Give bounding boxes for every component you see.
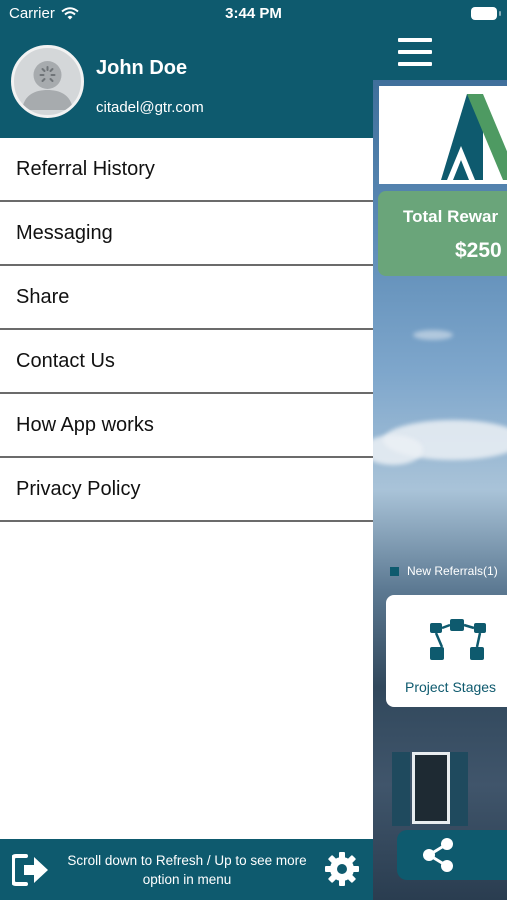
menu-item-contact-us[interactable]: Contact Us: [0, 330, 373, 394]
rewards-amount: $250: [455, 239, 502, 262]
hamburger-menu-icon[interactable]: [398, 38, 432, 66]
window-shutter: [450, 752, 468, 826]
menu-item-how-app-works[interactable]: How App works: [0, 394, 373, 458]
menu-item-referral-history[interactable]: Referral History: [0, 138, 373, 202]
status-time: 3:44 PM: [225, 5, 282, 22]
battery-icon: [471, 7, 501, 20]
total-rewards-card[interactable]: Total Rewar $250: [378, 191, 507, 276]
share-icon: [423, 838, 453, 872]
window-shutter: [392, 752, 410, 826]
side-drawer: John Doe citadel@gtr.com Referral Histor…: [0, 0, 373, 900]
project-stages-card[interactable]: Project Stages: [386, 595, 507, 707]
legend-label: New Referrals(1): [407, 564, 498, 578]
menu-item-messaging[interactable]: Messaging: [0, 202, 373, 266]
company-logo: [379, 86, 507, 184]
drawer-menu: Referral History Messaging Share Contact…: [0, 138, 373, 522]
rewards-title: Total Rewar: [403, 207, 499, 226]
chart-legend-item: New Referrals(1): [390, 564, 498, 578]
menu-item-share[interactable]: Share: [0, 266, 373, 330]
status-bar: Carrier 3:44 PM: [0, 0, 507, 28]
house-window: [412, 752, 450, 824]
user-avatar-icon[interactable]: [11, 45, 84, 118]
drawer-footer: Scroll down to Refresh / Up to see more …: [0, 839, 373, 900]
flow-icon: [430, 619, 486, 660]
legend-swatch: [390, 566, 399, 576]
user-name: John Doe: [96, 57, 188, 79]
share-button[interactable]: [397, 830, 507, 880]
menu-item-privacy-policy[interactable]: Privacy Policy: [0, 458, 373, 522]
logout-icon[interactable]: [12, 853, 50, 887]
project-stages-label: Project Stages: [405, 679, 497, 695]
footer-hint-text: Scroll down to Refresh / Up to see more …: [67, 853, 307, 887]
gear-icon[interactable]: [324, 851, 360, 887]
user-email: citadel@gtr.com: [96, 99, 204, 116]
